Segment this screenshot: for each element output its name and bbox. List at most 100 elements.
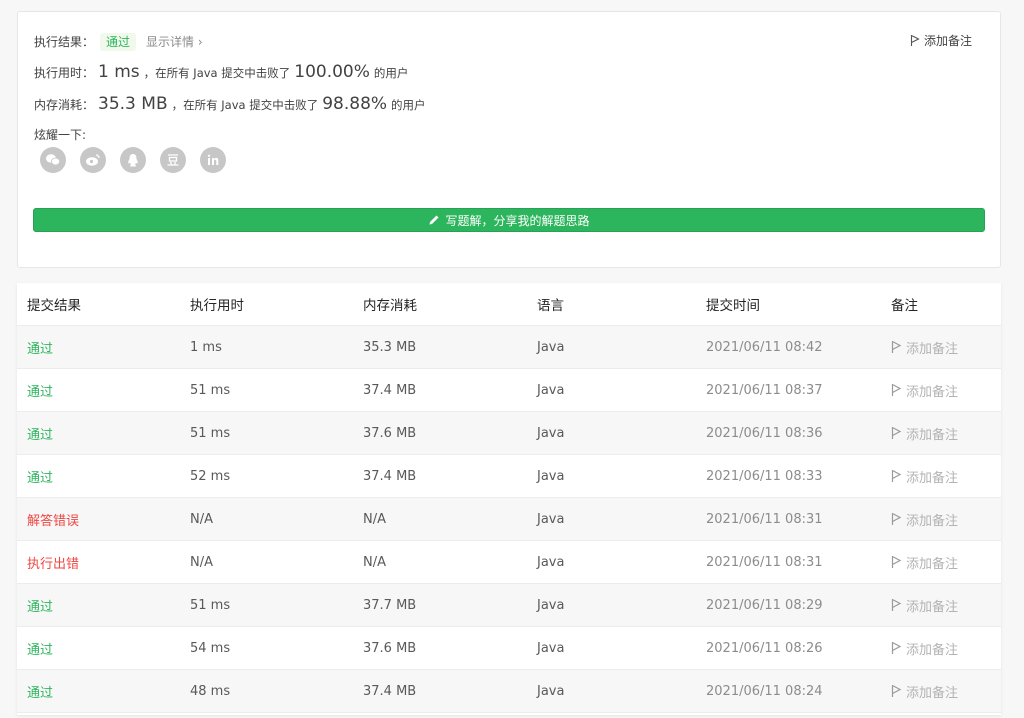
row-status[interactable]: 通过 [17, 639, 190, 658]
row-add-note-label: 添加备注 [906, 513, 959, 529]
row-add-note-button[interactable]: 添加备注 [891, 639, 1001, 658]
header-note: 备注 [891, 298, 918, 314]
row-language: Java [537, 425, 565, 441]
row-add-note-button[interactable]: 添加备注 [891, 424, 1001, 443]
memory-percent: 98.88% [322, 94, 388, 114]
row-submit-time: 2021/06/11 08:31 [706, 511, 823, 527]
wechat-icon[interactable] [40, 147, 66, 173]
row-memory: 35.3 MB [363, 339, 417, 355]
runtime-percent: 100.00% [294, 62, 370, 82]
row-runtime: 1 ms [190, 339, 222, 355]
table-row: 通过 52 ms 37.4 MB Java 2021/06/11 08:33 添加备注 [17, 455, 1001, 498]
row-runtime: 51 ms [190, 425, 231, 441]
row-status[interactable]: 通过 [17, 338, 190, 357]
row-submit-time: 2021/06/11 08:37 [706, 382, 823, 398]
runtime-value: 1 ms [98, 62, 140, 82]
row-runtime: N/A [190, 554, 213, 570]
row-language: Java [537, 468, 565, 484]
row-status[interactable]: 通过 [17, 596, 190, 615]
show-details-link[interactable]: 显示详情 › [146, 33, 203, 50]
row-add-note-button[interactable]: 添加备注 [891, 553, 1001, 572]
weibo-icon[interactable] [80, 147, 106, 173]
row-status[interactable]: 通过 [17, 381, 190, 400]
row-language: Java [537, 640, 565, 656]
row-memory: 37.6 MB [363, 640, 417, 656]
row-status[interactable]: 通过 [17, 424, 190, 443]
row-add-note-label: 添加备注 [906, 341, 959, 357]
row-add-note-label: 添加备注 [906, 470, 959, 486]
flag-icon [891, 641, 902, 654]
table-row: 解答错误 N/A N/A Java 2021/06/11 08:31 添加备注 [17, 498, 1001, 541]
linkedin-icon[interactable] [200, 147, 226, 173]
submissions-table: 提交结果 执行用时 内存消耗 语言 提交时间 备注 通过 1 ms 35.3 MB J… [17, 283, 1001, 715]
flag-icon [891, 426, 902, 439]
runtime-suffix: 的用户 [373, 66, 409, 80]
flag-icon [891, 383, 902, 396]
runtime-line: 执行用时： 1 ms ，在所有 Java 提交中击败了 100.00% 的用户 [34, 62, 408, 82]
memory-label: 内存消耗： [34, 98, 95, 112]
row-runtime: 54 ms [190, 640, 231, 656]
result-line: 执行结果： 通过 显示详情 › [34, 33, 203, 51]
memory-suffix: 的用户 [391, 98, 426, 112]
row-language: Java [537, 597, 565, 613]
memory-line: 内存消耗： 35.3 MB ，在所有 Java 提交中击败了 98.88% 的用… [34, 94, 426, 114]
row-add-note-button[interactable]: 添加备注 [891, 510, 1001, 529]
row-memory: 37.7 MB [363, 597, 417, 613]
share-label-line: 炫耀一下: [34, 126, 86, 143]
header-language: 语言 [537, 298, 564, 314]
row-add-note-label: 添加备注 [906, 384, 959, 400]
row-submit-time: 2021/06/11 08:24 [706, 683, 823, 699]
add-note-button[interactable]: 添加备注 [910, 32, 972, 49]
result-status-badge: 通过 [100, 33, 137, 51]
row-add-note-button[interactable]: 添加备注 [891, 338, 1001, 357]
row-runtime: 48 ms [190, 683, 231, 699]
row-add-note-label: 添加备注 [906, 599, 959, 615]
flag-icon [891, 684, 902, 697]
write-solution-label: 写题解，分享我的解题思路 [445, 213, 590, 228]
memory-mid-text: ，在所有 Java 提交中击败了 [171, 98, 319, 112]
row-language: Java [537, 511, 565, 527]
header-status: 提交结果 [27, 298, 81, 314]
row-status[interactable]: 执行出错 [17, 553, 190, 572]
row-add-note-button[interactable]: 添加备注 [891, 596, 1001, 615]
table-row: 通过 54 ms 37.6 MB Java 2021/06/11 08:26 添加备注 [17, 627, 1001, 670]
row-submit-time: 2021/06/11 08:26 [706, 640, 823, 656]
flag-icon [891, 469, 902, 482]
row-memory: N/A [363, 511, 386, 527]
row-submit-time: 2021/06/11 08:29 [706, 597, 823, 613]
flag-icon [910, 35, 920, 46]
row-status[interactable]: 通过 [17, 467, 190, 486]
row-add-note-button[interactable]: 添加备注 [891, 682, 1001, 701]
row-add-note-button[interactable]: 添加备注 [891, 467, 1001, 486]
row-language: Java [537, 339, 565, 355]
share-icons [40, 147, 226, 173]
runtime-mid-text: ，在所有 Java 提交中击败了 [143, 66, 291, 80]
row-add-note-button[interactable]: 添加备注 [891, 381, 1001, 400]
row-status[interactable]: 通过 [17, 682, 190, 701]
table-row: 执行出错 N/A N/A Java 2021/06/11 08:31 添加备注 [17, 541, 1001, 584]
header-memory: 内存消耗 [363, 298, 417, 314]
write-solution-button[interactable]: 写题解，分享我的解题思路 [33, 208, 985, 232]
share-label: 炫耀一下: [34, 128, 87, 142]
table-row: 通过 1 ms 35.3 MB Java 2021/06/11 08:42 添加备注 [17, 326, 1001, 369]
submission-result-card: 执行结果： 通过 显示详情 › 添加备注 执行用时： 1 ms ，在所有 Jav… [17, 11, 1001, 268]
row-submit-time: 2021/06/11 08:42 [706, 339, 823, 355]
qq-icon[interactable] [120, 147, 146, 173]
douban-icon[interactable] [160, 147, 186, 173]
row-memory: 37.4 MB [363, 468, 417, 484]
row-language: Java [537, 554, 565, 570]
row-add-note-label: 添加备注 [906, 685, 959, 701]
table-body: 通过 1 ms 35.3 MB Java 2021/06/11 08:42 添加备注 通过 5… [17, 326, 1001, 713]
flag-icon [891, 512, 902, 525]
row-add-note-label: 添加备注 [906, 427, 959, 443]
flag-icon [891, 340, 902, 353]
flag-icon [891, 555, 902, 568]
header-runtime: 执行用时 [190, 298, 244, 314]
table-row: 通过 51 ms 37.7 MB Java 2021/06/11 08:29 添加备注 [17, 584, 1001, 627]
table-row: 通过 51 ms 37.4 MB Java 2021/06/11 08:37 添加备注 [17, 369, 1001, 412]
row-memory: N/A [363, 554, 386, 570]
pencil-icon [429, 215, 439, 225]
row-memory: 37.4 MB [363, 683, 417, 699]
row-status[interactable]: 解答错误 [17, 510, 190, 529]
table-row: 通过 51 ms 37.6 MB Java 2021/06/11 08:36 添加备注 [17, 412, 1001, 455]
